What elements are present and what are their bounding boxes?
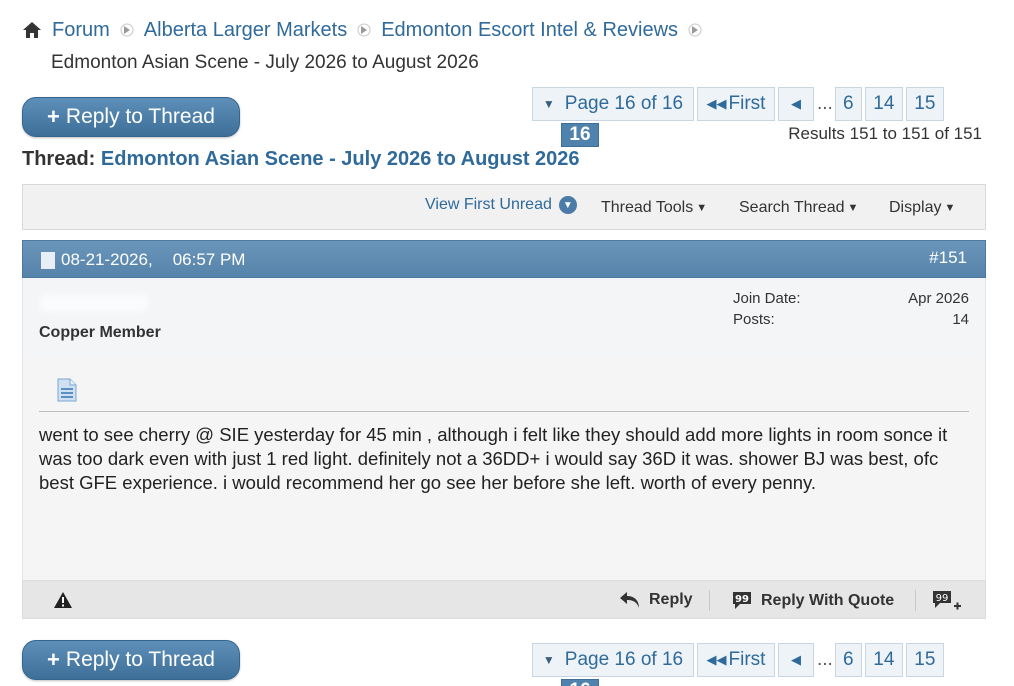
breadcrumb: Forum Alberta Larger Markets Edmonton Es…: [22, 16, 1002, 73]
thread-title: Thread: Edmonton Asian Scene - July 2026…: [22, 148, 580, 171]
multi-quote-icon[interactable]: 99: [931, 589, 963, 618]
thread-tools-label: Thread Tools: [601, 199, 694, 216]
prev-page-button[interactable]: ◀: [778, 87, 814, 121]
search-thread-label: Search Thread: [739, 199, 845, 216]
display-label: Display: [889, 199, 942, 216]
thread-controls-bar: View First Unread ▼ Thread Tools ▼ Searc…: [22, 184, 986, 230]
username-redacted: [39, 294, 149, 312]
breadcrumb-separator-icon: [688, 23, 702, 37]
posts-count-label: Posts:: [733, 311, 775, 328]
post-date: 08-21-2026, 06:57 PM: [41, 250, 245, 270]
post-header: 08-21-2026, 06:57 PM #151: [22, 240, 986, 278]
first-page-label: First: [728, 93, 766, 114]
post-number-link[interactable]: #151: [929, 248, 967, 268]
thread-title-link[interactable]: Edmonton Asian Scene - July 2026 to Augu…: [101, 148, 580, 170]
report-warning-icon[interactable]: [53, 591, 73, 609]
reply-to-thread-button-bottom[interactable]: + Reply to Thread: [22, 640, 240, 680]
page-link-14[interactable]: 14: [864, 87, 903, 121]
pagination-ellipsis: ...: [817, 93, 833, 114]
pagination-ellipsis: ...: [817, 649, 833, 670]
first-page-button[interactable]: ◀◀ First: [697, 643, 775, 677]
join-date-label: Join Date:: [733, 290, 801, 307]
user-title: Copper Member: [39, 324, 161, 341]
double-left-arrow-icon: ◀◀: [706, 652, 727, 667]
reply-label: Reply: [649, 591, 693, 608]
post-content: went to see cherry @ SIE yesterday for 4…: [22, 356, 986, 580]
post-document-icon: [57, 378, 77, 402]
view-first-unread-link[interactable]: View First Unread ▼: [425, 196, 577, 214]
results-count: Results 151 to 151 of 151: [788, 124, 982, 143]
home-icon[interactable]: [22, 20, 42, 40]
reply-to-thread-label: Reply to Thread: [65, 105, 215, 128]
thread-tools-menu[interactable]: Thread Tools ▼: [601, 199, 707, 217]
page-link-15[interactable]: 15: [905, 87, 944, 121]
pagination-top: ▼ Page 16 of 16 ◀◀ First ◀ ... 6 14 15 1…: [532, 87, 947, 147]
reply-to-thread-label: Reply to Thread: [65, 648, 215, 671]
caret-down-icon: ▼: [847, 202, 859, 214]
page-select-dropdown[interactable]: ▼ Page 16 of 16: [532, 643, 694, 677]
caret-down-icon: ▼: [696, 202, 708, 214]
reply-arrow-icon: [620, 592, 639, 608]
view-first-unread-label: View First Unread: [425, 196, 552, 213]
quote-bubble-icon: 99: [733, 592, 751, 609]
breadcrumb-current: Edmonton Asian Scene - July 2026 to Augu…: [51, 52, 479, 73]
breadcrumb-separator-icon: [357, 23, 371, 37]
page-link-6[interactable]: 6: [834, 643, 862, 677]
caret-down-icon: ▼: [944, 202, 956, 214]
left-arrow-icon: ◀: [791, 96, 801, 111]
user-stats: Join Date: Apr 2026 Posts: 14: [733, 290, 969, 332]
page-select-label: Page 16 of 16: [564, 93, 684, 114]
search-thread-menu[interactable]: Search Thread ▼: [739, 199, 858, 217]
post-document-icon: [41, 251, 55, 269]
post-time-text: 06:57 PM: [172, 250, 246, 269]
page-link-current: 16: [561, 123, 599, 147]
page-select-dropdown[interactable]: ▼ Page 16 of 16: [532, 87, 694, 121]
left-arrow-icon: ◀: [791, 652, 801, 667]
display-menu[interactable]: Display ▼: [889, 199, 955, 217]
plus-icon: +: [47, 104, 60, 129]
post-divider: [39, 411, 969, 412]
footer-divider: [915, 590, 916, 611]
post-message: went to see cherry @ SIE yesterday for 4…: [39, 424, 948, 493]
dropdown-caret-icon: ▼: [542, 97, 555, 111]
page-select-label: Page 16 of 16: [564, 649, 684, 670]
svg-text:99: 99: [735, 594, 749, 605]
post-user-info: Copper Member Join Date: Apr 2026 Posts:…: [22, 278, 986, 356]
post-footer: Reply 99 Reply With Quote 99: [22, 580, 986, 619]
double-left-arrow-icon: ◀◀: [706, 96, 727, 111]
page-link-current: 16: [561, 679, 599, 686]
reply-with-quote-label: Reply With Quote: [761, 592, 895, 609]
reply-button[interactable]: Reply: [619, 591, 693, 609]
breadcrumb-separator-icon: [120, 23, 134, 37]
page-link-14[interactable]: 14: [864, 643, 903, 677]
footer-divider: [709, 590, 710, 611]
plus-icon: +: [47, 647, 60, 672]
prev-page-button[interactable]: ◀: [778, 643, 814, 677]
first-page-label: First: [728, 649, 766, 670]
posts-count-value: 14: [952, 311, 969, 328]
reply-with-quote-button[interactable]: 99 Reply With Quote: [731, 591, 894, 611]
reply-to-thread-button-top[interactable]: + Reply to Thread: [22, 97, 240, 137]
down-arrow-circle-icon: ▼: [558, 196, 577, 214]
dropdown-caret-icon: ▼: [542, 653, 555, 667]
post-date-text: 08-21-2026,: [61, 250, 153, 269]
svg-text:99: 99: [936, 593, 949, 604]
breadcrumb-edmonton-intel[interactable]: Edmonton Escort Intel & Reviews: [381, 19, 678, 42]
page-link-6[interactable]: 6: [834, 87, 862, 121]
pagination-bottom: ▼ Page 16 of 16 ◀◀ First ◀ ... 6 14 15 1…: [532, 643, 947, 686]
join-date-value: Apr 2026: [908, 290, 969, 307]
page-link-15[interactable]: 15: [905, 643, 944, 677]
first-page-button[interactable]: ◀◀ First: [697, 87, 775, 121]
breadcrumb-forum[interactable]: Forum: [52, 19, 110, 42]
thread-title-prefix: Thread:: [22, 148, 96, 170]
breadcrumb-alberta-larger-markets[interactable]: Alberta Larger Markets: [144, 19, 347, 42]
